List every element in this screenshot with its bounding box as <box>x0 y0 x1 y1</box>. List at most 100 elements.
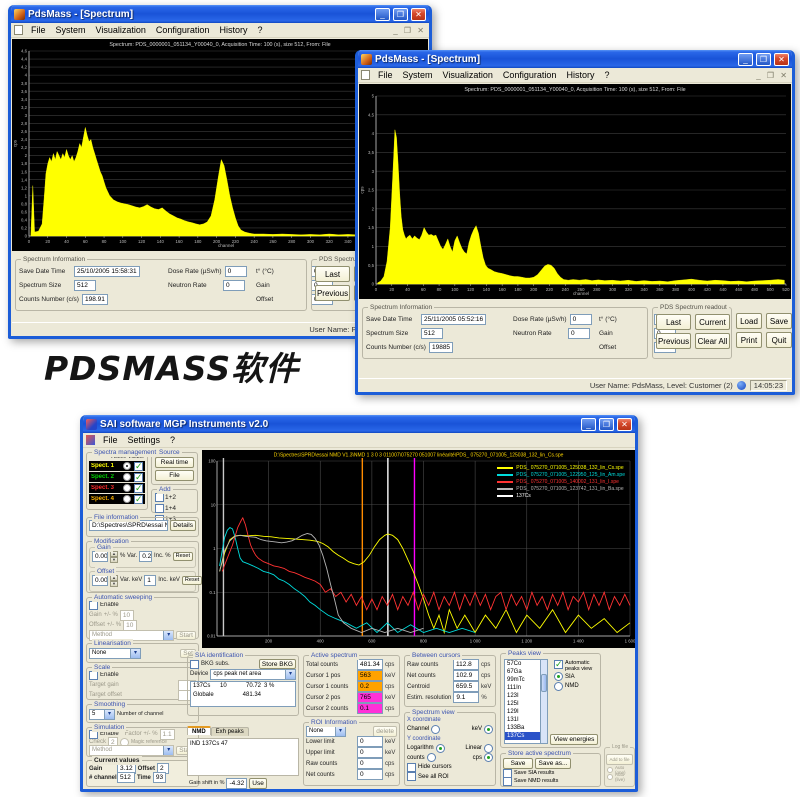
menu-item-file[interactable]: File <box>373 70 398 80</box>
menu-item--[interactable]: ? <box>252 25 267 35</box>
checkbox-option[interactable]: 1+4 <box>155 504 176 513</box>
maximize-button[interactable]: ❐ <box>393 8 408 21</box>
field-value[interactable]: 0 <box>357 736 383 747</box>
linearisation-dropdown[interactable]: None <box>89 648 141 659</box>
minimize-button[interactable]: _ <box>581 418 596 431</box>
mdi-window-controls[interactable]: _ ❐ ✕ <box>393 26 426 35</box>
view-energies-button[interactable]: View energies <box>550 734 598 745</box>
save-button[interactable]: Save <box>503 758 533 769</box>
offset-spin-arrows[interactable]: ▲▼ <box>110 575 118 586</box>
title-bar[interactable]: PdsMass - [Spectrum] _ ❐ ✕ <box>358 50 792 68</box>
field-value[interactable]: 198.91 <box>82 294 108 305</box>
minimize-button[interactable]: _ <box>375 8 390 21</box>
field-value[interactable]: 9.1 <box>453 692 479 703</box>
save-as-button[interactable]: Save as... <box>535 758 571 769</box>
logarithm-radio[interactable] <box>436 744 445 753</box>
roi-delete-button[interactable]: delete <box>373 726 397 737</box>
visible-checkbox[interactable] <box>134 473 143 482</box>
clear-all-button[interactable]: Clear All <box>695 333 730 349</box>
menu-item-history[interactable]: History <box>561 70 599 80</box>
sia-results-list[interactable]: 137Cs1070.723 %Globale481.34 <box>190 681 296 707</box>
field-value[interactable]: 512 <box>421 328 443 339</box>
mdi-window-controls[interactable]: _ ❐ ✕ <box>756 71 789 80</box>
field-value[interactable]: 0 <box>357 758 383 769</box>
field-value[interactable]: 563 <box>357 670 383 681</box>
add-to-file-button[interactable]: Add to file <box>606 754 633 765</box>
field-value[interactable]: 19885 <box>429 342 453 353</box>
channel-radio[interactable] <box>431 725 440 734</box>
checkbox-option[interactable]: 1+2 <box>155 493 176 502</box>
real-time-button[interactable]: Real time <box>155 457 194 468</box>
field-value[interactable]: 0 <box>570 314 592 325</box>
visible-checkbox[interactable] <box>134 462 143 471</box>
active-radio[interactable] <box>123 495 131 503</box>
gain-increment-field[interactable]: 0.2 <box>139 551 152 562</box>
menu-item-system[interactable]: System <box>398 70 438 80</box>
offset-increment-field[interactable]: 1 <box>144 575 156 586</box>
scrollbar[interactable] <box>540 660 547 743</box>
last-button[interactable]: Last <box>315 266 350 282</box>
last-button[interactable]: Last <box>656 314 691 330</box>
simulation-method-dropdown[interactable]: Method <box>89 745 174 756</box>
linear-radio[interactable] <box>484 744 493 753</box>
field-value[interactable]: 0 <box>223 280 245 291</box>
active-radio[interactable] <box>123 473 131 481</box>
close-button[interactable]: ✕ <box>617 418 632 431</box>
tab-exh-peaks[interactable]: Exh peaks <box>211 727 249 736</box>
device-dropdown[interactable]: cps peak net area <box>210 669 296 680</box>
bkg-subs-checkbox[interactable] <box>190 660 199 669</box>
file-button[interactable]: File <box>155 470 194 481</box>
field-value[interactable]: 765 <box>357 692 383 703</box>
field-value[interactable]: 25/10/2005 15:58:31 <box>74 266 140 277</box>
title-bar[interactable]: PdsMass - [Spectrum] _ ❐ ✕ <box>11 5 429 23</box>
see-all-roi-checkbox[interactable] <box>407 772 416 781</box>
menu-item-file[interactable]: File <box>26 25 51 35</box>
peaks-listbox[interactable]: 57Co67Ga99mTc111In123I125I129I131I133Ba1… <box>504 659 548 744</box>
cps-radio[interactable] <box>484 753 493 762</box>
field-value[interactable]: 0 <box>357 747 383 758</box>
previous-button[interactable]: Previous <box>315 285 350 301</box>
field-value[interactable]: 481.34 <box>357 659 383 670</box>
active-radio[interactable] <box>123 484 131 492</box>
visible-checkbox[interactable] <box>134 484 143 493</box>
maximize-button[interactable]: ❐ <box>756 53 771 66</box>
menu-item--[interactable]: ? <box>165 435 180 445</box>
quit-button[interactable]: Quit <box>766 332 792 348</box>
active-radio[interactable] <box>123 462 131 470</box>
roi-dropdown[interactable]: None <box>306 726 346 737</box>
checkbox[interactable] <box>155 493 164 502</box>
details-button[interactable]: Details <box>170 520 196 531</box>
close-button[interactable]: ✕ <box>774 53 789 66</box>
checkbox[interactable] <box>155 504 164 513</box>
close-button[interactable]: ✕ <box>411 8 426 21</box>
menu-item-visualization[interactable]: Visualization <box>438 70 498 80</box>
field-value[interactable]: 0.2 <box>357 681 383 692</box>
scrollbar-thumb[interactable] <box>541 674 547 692</box>
field-value[interactable]: 0 <box>225 266 247 277</box>
previous-button[interactable]: Previous <box>656 333 691 349</box>
spectrum-row[interactable]: Spect. 1 <box>89 461 145 471</box>
sweep-start-button[interactable]: Start <box>176 631 196 640</box>
load-button[interactable]: Load <box>736 313 762 329</box>
auto-live-radio[interactable] <box>607 774 613 780</box>
field-value[interactable]: 0 <box>568 328 590 339</box>
use-button[interactable]: Use <box>249 778 267 789</box>
menu-item-settings[interactable]: Settings <box>123 435 166 445</box>
maximize-button[interactable]: ❐ <box>599 418 614 431</box>
store-bkg-button[interactable]: Store BKG <box>259 659 296 669</box>
field-value[interactable]: 112.8 <box>453 659 479 670</box>
field-value[interactable]: 102.9 <box>453 670 479 681</box>
spectrum-row[interactable]: Spect. 2 <box>89 472 145 482</box>
print-button[interactable]: Print <box>736 332 762 348</box>
counts-radio[interactable] <box>427 753 436 762</box>
gain-shift-field[interactable]: -4.32 <box>226 778 247 789</box>
menu-item-configuration[interactable]: Configuration <box>498 70 562 80</box>
menu-item-history[interactable]: History <box>214 25 252 35</box>
save-nmd-results-checkbox[interactable] <box>503 777 512 786</box>
menu-item-configuration[interactable]: Configuration <box>151 25 215 35</box>
nmd-radio[interactable] <box>554 682 563 691</box>
factor-field[interactable]: 1.1 <box>160 729 175 740</box>
save-button[interactable]: Save <box>766 313 792 329</box>
title-bar[interactable]: SAI software MGP Instruments v2.0 _ ❐ ✕ <box>83 415 635 433</box>
sia-radio[interactable] <box>554 672 563 681</box>
